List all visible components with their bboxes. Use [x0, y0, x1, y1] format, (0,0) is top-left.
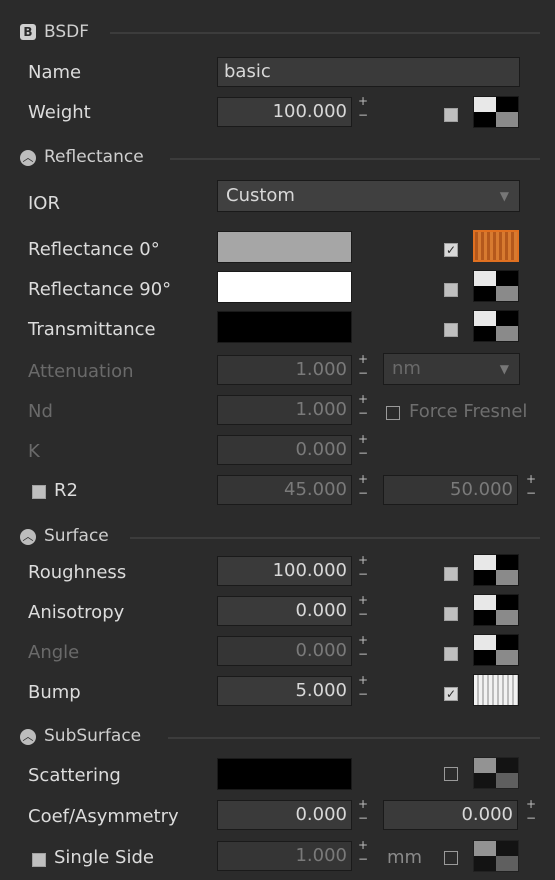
collapse-subsurface-icon[interactable]: ︿: [20, 729, 36, 745]
section-title-surface: Surface: [44, 526, 109, 546]
r2-input-1[interactable]: 45.000: [217, 475, 352, 505]
bsdf-icon: B: [20, 24, 36, 40]
section-divider: [110, 32, 540, 34]
coef-input[interactable]: 0.000: [217, 800, 352, 830]
r2-input-2[interactable]: 50.000: [383, 475, 518, 505]
weight-label: Weight: [28, 102, 91, 123]
chevron-down-icon: ▼: [499, 189, 509, 203]
scattering-color-swatch[interactable]: [217, 758, 352, 790]
roughness-texture-checkbox[interactable]: [444, 567, 458, 581]
k-spinner[interactable]: + −: [358, 433, 368, 464]
attenuation-label: Attenuation: [28, 361, 134, 382]
attenuation-input[interactable]: 1.000: [217, 355, 352, 385]
r2-spinner-2[interactable]: + −: [526, 473, 536, 504]
angle-texture-icon[interactable]: [473, 634, 519, 666]
bump-spinner[interactable]: + −: [358, 674, 368, 705]
k-label: K: [28, 441, 40, 462]
coef-spinner[interactable]: + −: [358, 798, 368, 829]
collapse-surface-icon[interactable]: ︿: [20, 529, 36, 545]
section-divider: [170, 158, 540, 160]
ior-label: IOR: [28, 193, 60, 214]
scattering-texture-checkbox[interactable]: [444, 767, 458, 781]
reflectance90-texture-icon[interactable]: [473, 270, 519, 302]
attenuation-spinner[interactable]: + −: [358, 353, 368, 384]
name-input[interactable]: basic: [217, 57, 520, 87]
anisotropy-input[interactable]: 0.000: [217, 596, 352, 626]
single-side-texture-icon[interactable]: [473, 840, 519, 872]
transmittance-texture-icon[interactable]: [473, 310, 519, 342]
nd-label: Nd: [28, 401, 53, 422]
anisotropy-spinner[interactable]: + −: [358, 594, 368, 625]
single-side-input[interactable]: 1.000: [217, 841, 352, 871]
anisotropy-label: Anisotropy: [28, 602, 125, 623]
k-input[interactable]: 0.000: [217, 435, 352, 465]
nd-spinner[interactable]: + −: [358, 393, 368, 424]
material-panel: B BSDF Name basic Weight 100.000 + − ︿ Re…: [0, 0, 555, 880]
single-side-unit: mm: [387, 847, 423, 868]
single-side-texture-checkbox[interactable]: [444, 851, 458, 865]
transmittance-texture-checkbox[interactable]: [444, 323, 458, 337]
reflectance90-color-swatch[interactable]: [217, 271, 352, 303]
attenuation-unit-dropdown[interactable]: nm ▼: [383, 353, 520, 385]
angle-input[interactable]: 0.000: [217, 636, 352, 666]
angle-spinner[interactable]: + −: [358, 634, 368, 665]
transmittance-color-swatch[interactable]: [217, 311, 352, 343]
section-divider: [168, 737, 540, 739]
chevron-down-icon: ▼: [499, 362, 509, 376]
single-side-checkbox[interactable]: [32, 853, 46, 867]
collapse-reflectance-icon[interactable]: ︿: [20, 150, 36, 166]
roughness-input[interactable]: 100.000: [217, 556, 352, 586]
section-title-subsurface: SubSurface: [44, 726, 142, 746]
anisotropy-texture-checkbox[interactable]: [444, 607, 458, 621]
weight-spinner[interactable]: + −: [358, 95, 368, 126]
weight-input[interactable]: 100.000: [217, 97, 352, 127]
roughness-spinner[interactable]: + −: [358, 554, 368, 585]
nd-input[interactable]: 1.000: [217, 395, 352, 425]
asymmetry-input[interactable]: 0.000: [383, 800, 518, 830]
reflectance0-label: Reflectance 0°: [28, 239, 160, 260]
name-label: Name: [28, 62, 82, 83]
reflectance0-color-swatch[interactable]: [217, 231, 352, 263]
bump-texture-checkbox[interactable]: ✓: [444, 687, 458, 701]
section-divider: [130, 537, 540, 539]
anisotropy-texture-icon[interactable]: [473, 594, 519, 626]
weight-texture-checkbox[interactable]: [444, 108, 458, 122]
roughness-texture-icon[interactable]: [473, 554, 519, 586]
roughness-label: Roughness: [28, 562, 127, 583]
attenuation-unit-value: nm: [392, 358, 421, 379]
coef-asymmetry-label: Coef/Asymmetry: [28, 806, 179, 827]
bump-input[interactable]: 5.000: [217, 676, 352, 706]
scattering-label: Scattering: [28, 765, 121, 786]
ior-dropdown-value: Custom: [226, 185, 295, 206]
single-side-label: Single Side: [54, 847, 154, 868]
weight-texture-icon[interactable]: [473, 96, 519, 128]
r2-checkbox[interactable]: [32, 485, 46, 499]
force-fresnel-label: Force Fresnel: [409, 401, 528, 422]
r2-label: R2: [54, 480, 78, 501]
reflectance0-texture-checkbox[interactable]: ✓: [444, 243, 458, 257]
ior-dropdown[interactable]: Custom ▼: [217, 180, 520, 212]
bump-texture-icon[interactable]: [473, 674, 519, 706]
asymmetry-spinner[interactable]: + −: [526, 798, 536, 829]
single-side-spinner[interactable]: + −: [358, 839, 368, 870]
wood-texture-icon[interactable]: [473, 230, 519, 262]
force-fresnel-checkbox[interactable]: [386, 406, 400, 420]
scattering-texture-icon[interactable]: [473, 757, 519, 789]
transmittance-label: Transmittance: [28, 319, 156, 340]
angle-texture-checkbox[interactable]: [444, 647, 458, 661]
section-title-bsdf: BSDF: [44, 22, 90, 42]
reflectance90-label: Reflectance 90°: [28, 279, 172, 300]
reflectance90-texture-checkbox[interactable]: [444, 283, 458, 297]
r2-spinner-1[interactable]: + −: [358, 473, 368, 504]
angle-label: Angle: [28, 642, 80, 663]
bump-label: Bump: [28, 682, 81, 703]
section-title-reflectance: Reflectance: [44, 147, 144, 167]
